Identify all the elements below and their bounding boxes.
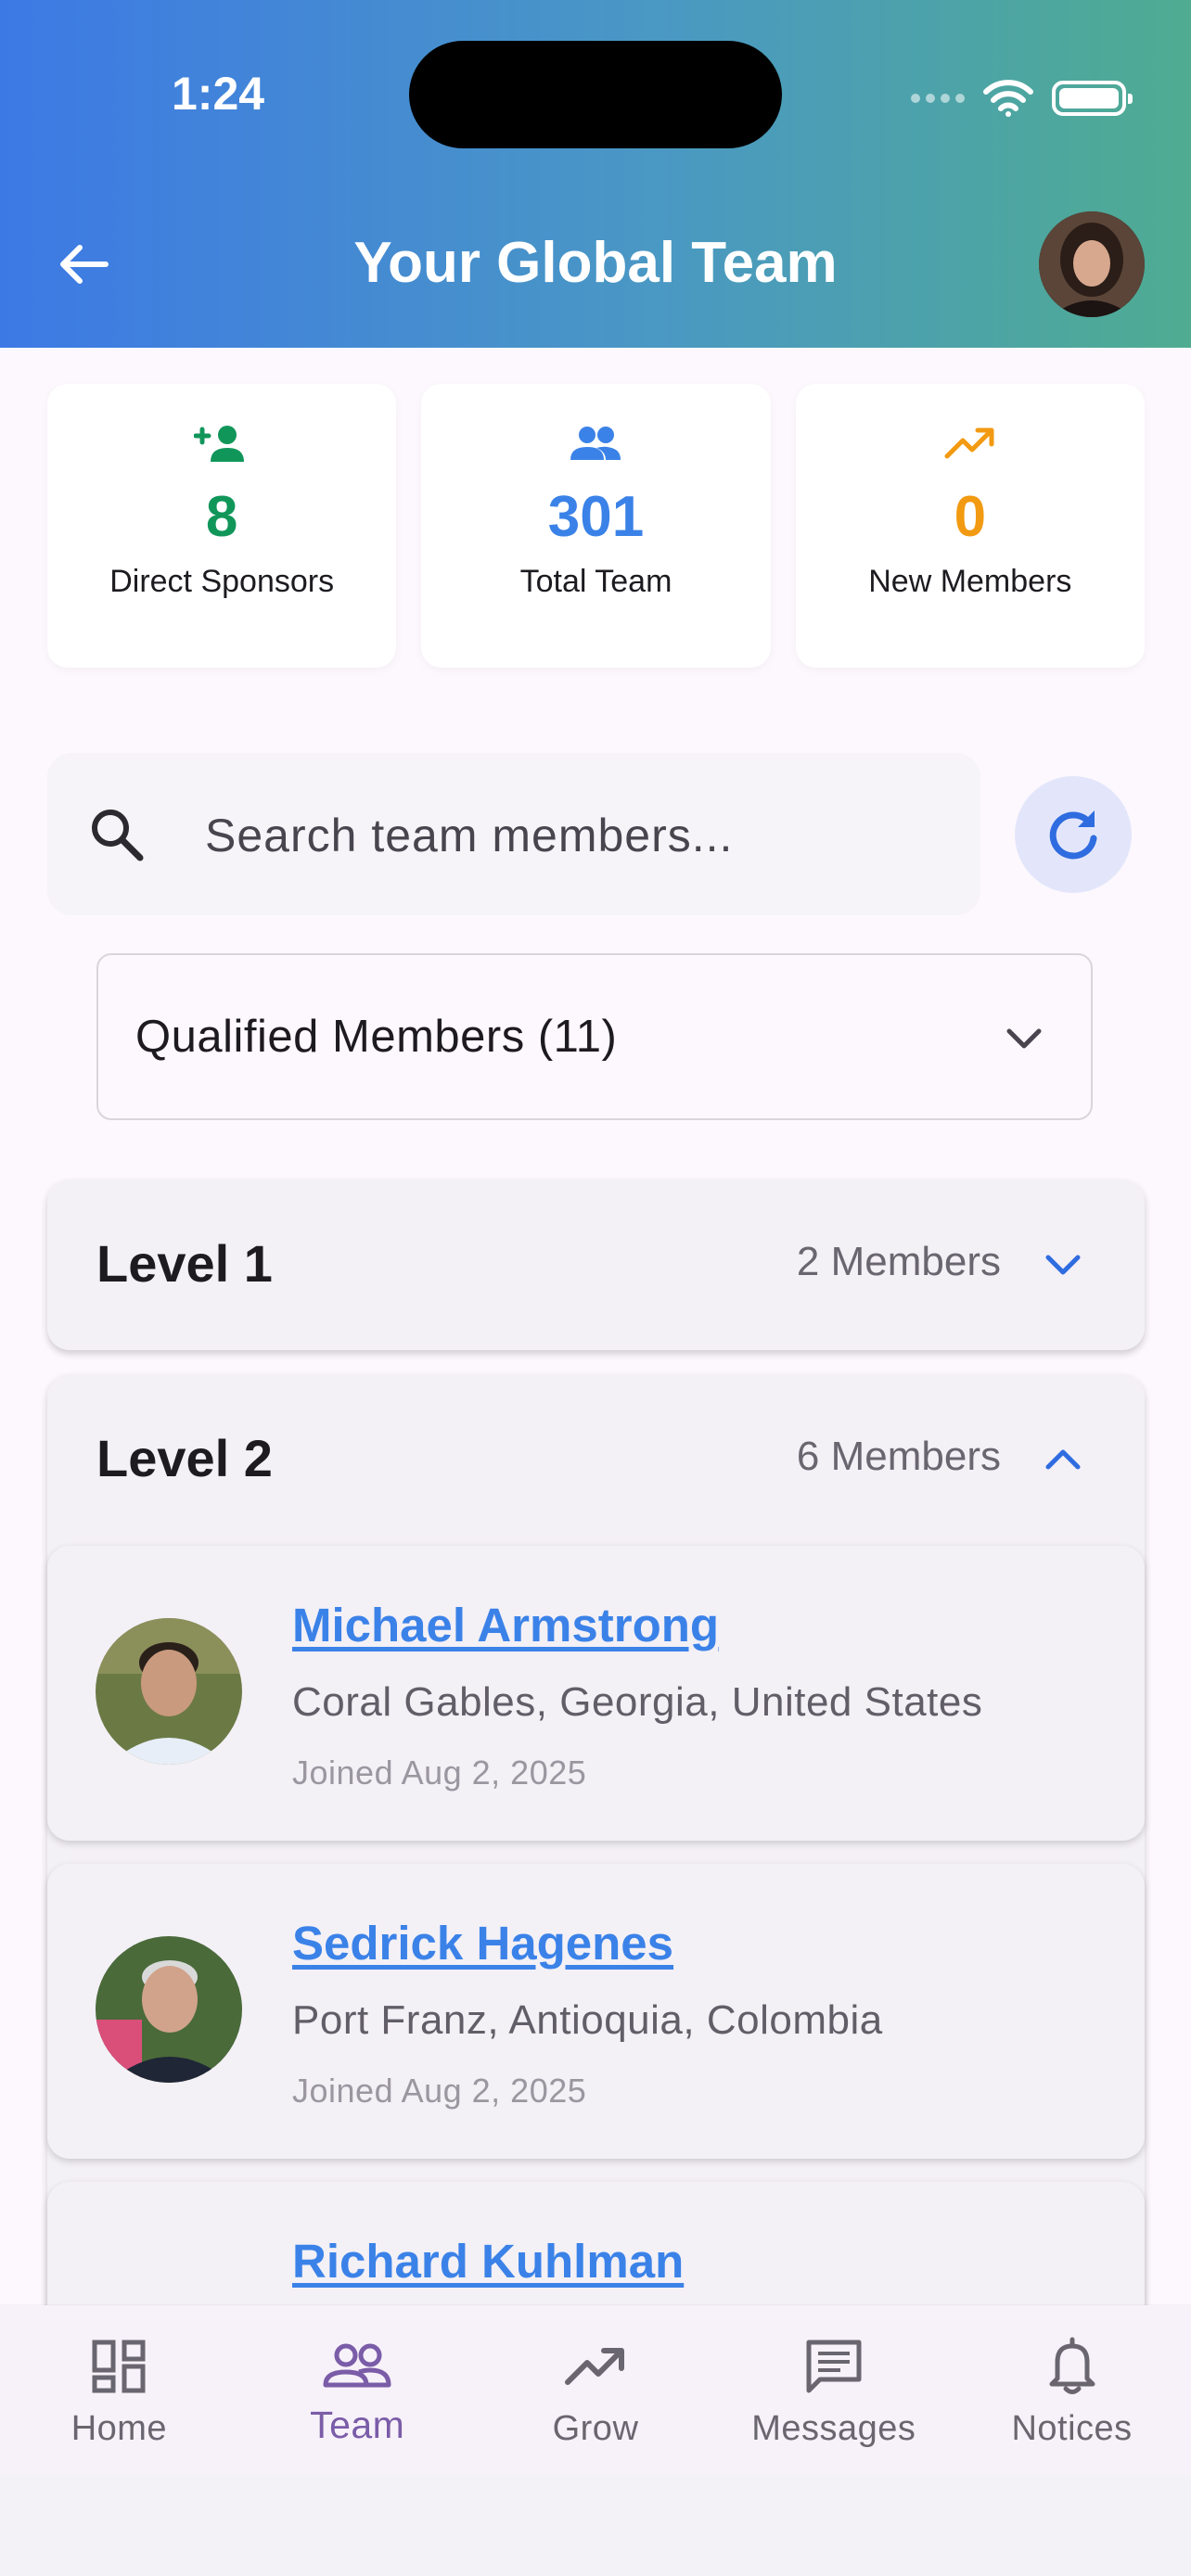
group-icon [421,423,770,469]
chevron-down-icon [1045,1255,1081,1275]
stat-label: New Members [868,564,1072,599]
stat-card-new-members: 0 New Members [795,384,1145,668]
member-joined-date: Joined Aug 2, 2025 [292,2072,587,2110]
message-icon [714,2331,953,2402]
trending-up-icon [477,2331,715,2402]
person-add-icon [47,423,396,469]
member-card[interactable]: Sedrick Hagenes Port Franz, Antioquia, C… [47,1864,1145,2159]
profile-avatar[interactable] [1039,211,1145,317]
filter-selected-value: Qualified Members (11) [135,1012,618,1062]
member-location: Coral Gables, Georgia, United States [292,1679,983,1725]
search-bar [47,753,980,915]
member-name-link[interactable]: Sedrick Hagenes [292,1916,673,1970]
search-input[interactable] [203,790,949,881]
status-icons [911,70,1133,126]
dashboard-icon [0,2331,238,2402]
nav-label: Notices [1011,2409,1133,2448]
nav-item-notices[interactable]: Notices [953,2305,1191,2474]
member-name-link[interactable]: Richard Kuhlman [292,2234,684,2289]
level-1-section[interactable]: Level 1 2 Members [47,1180,1145,1350]
member-location: Port Franz, Antioquia, Colombia [292,1997,883,2043]
app-header: 1:24 Your Global Team [0,0,1191,348]
wifi-icon [983,80,1033,117]
chevron-down-icon [1006,1028,1042,1049]
level-header[interactable]: Level 1 2 Members [47,1180,1145,1350]
level-member-count: 6 Members [796,1434,1001,1479]
nav-item-home[interactable]: Home [0,2305,238,2474]
stat-label: Total Team [519,564,672,599]
member-avatar [96,1618,242,1765]
level-title: Level 2 [96,1429,273,1487]
member-joined-date: Joined Aug 2, 2025 [292,1753,587,1792]
stats-row: 8 Direct Sponsors 301 Total Team 0 New M… [47,384,1145,668]
chevron-up-icon [1045,1449,1081,1470]
nav-label: Grow [552,2409,639,2448]
nav-item-team[interactable]: Team [238,2305,477,2474]
stat-card-direct-sponsors: 8 Direct Sponsors [47,384,397,668]
nav-item-messages[interactable]: Messages [714,2305,953,2474]
search-icon [92,810,144,861]
trending-up-icon [796,423,1145,469]
nav-label: Home [70,2409,168,2448]
dynamic-island [409,41,782,148]
nav-label: Team [310,2404,405,2446]
member-avatar [96,1936,242,2083]
stat-value: 0 [954,485,987,549]
refresh-button[interactable] [1015,776,1132,893]
member-card[interactable]: Michael Armstrong Coral Gables, Georgia,… [47,1546,1145,1841]
refresh-icon [1049,810,1097,860]
team-icon [238,2331,477,2402]
status-time: 1:24 [172,68,265,120]
nav-item-grow[interactable]: Grow [477,2305,715,2474]
app-screen: 1:24 Your Global Team 8 Direct Sponsors … [0,0,1191,2474]
page-title: Your Global Team [353,231,838,295]
stat-label: Direct Sponsors [109,564,335,599]
member-filter-dropdown[interactable]: Qualified Members (11) [96,953,1093,1120]
level-header[interactable]: Level 2 6 Members [47,1374,1145,1545]
bell-icon [953,2331,1191,2402]
stat-value: 8 [205,485,238,549]
member-name-link[interactable]: Michael Armstrong [292,1598,719,1652]
bottom-navigation: Home Team Grow Messages Notices [0,2305,1191,2474]
battery-icon [1052,81,1133,116]
level-title: Level 1 [96,1234,273,1293]
stat-value: 301 [547,485,645,549]
nav-label: Messages [751,2409,916,2448]
level-member-count: 2 Members [796,1239,1001,1284]
cellular-signal-icon [911,94,965,103]
stat-card-total-team: 301 Total Team [421,384,771,668]
